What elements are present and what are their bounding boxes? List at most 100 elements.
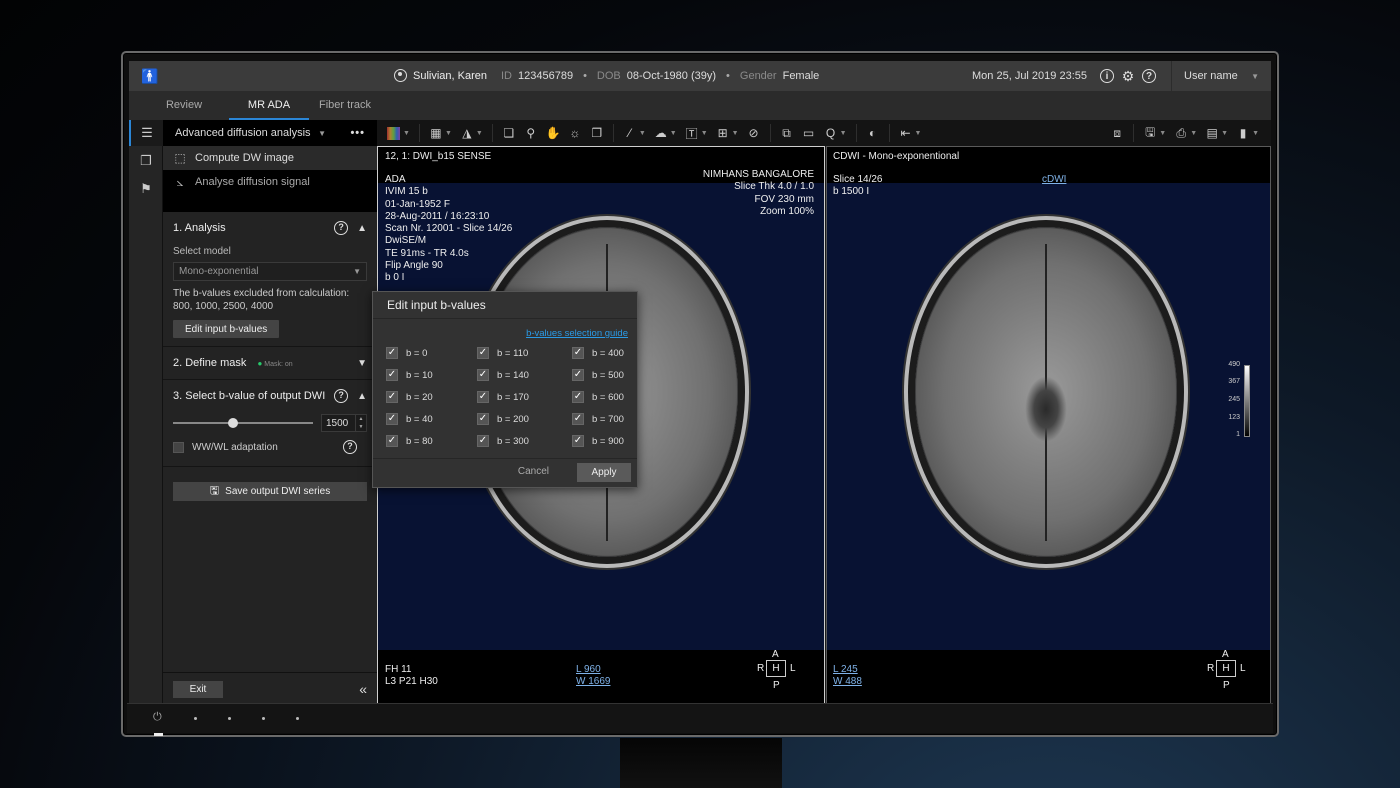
level-link[interactable]: L 245 [833, 664, 862, 676]
color-map-icon[interactable] [387, 126, 400, 140]
checkbox-checked-icon[interactable]: ✓ [477, 413, 489, 425]
chevron-down-icon[interactable]: ▼ [357, 358, 367, 369]
report-icon[interactable]: ▤ [1205, 126, 1219, 140]
checkbox-checked-icon[interactable]: ✓ [386, 413, 398, 425]
checkbox-checked-icon[interactable]: ✓ [386, 391, 398, 403]
bezel-button[interactable] [262, 717, 265, 720]
pan-hand-icon[interactable]: ✋ [546, 126, 561, 140]
b-value-option[interactable]: ✓ b = 900 [572, 435, 624, 447]
camera-icon[interactable]: ⎙ [1174, 126, 1188, 141]
chevron-down-icon[interactable]: ▼ [476, 130, 483, 137]
bezel-button[interactable] [228, 717, 231, 720]
chevron-down-icon[interactable]: ▼ [445, 130, 452, 137]
cancel-button[interactable]: Cancel [518, 466, 549, 477]
edit-b-values-button[interactable]: Edit input b-values [173, 320, 280, 338]
chevron-up-icon[interactable]: ▲ [357, 391, 367, 402]
help-icon[interactable]: ? [343, 440, 357, 454]
text-annotation-icon[interactable]: 🅃 [685, 125, 699, 142]
model-select[interactable]: Mono-exponential ▼ [173, 262, 367, 281]
b-value-option[interactable]: ✓ b = 200 [477, 413, 529, 425]
tab-review[interactable]: Review [151, 91, 217, 120]
chevron-down-icon[interactable]: ▼ [840, 130, 847, 137]
b-value-option[interactable]: ✓ b = 600 [572, 391, 624, 403]
ruler-marker-icon[interactable]: ⊞ [716, 126, 730, 140]
viewport-output[interactable]: CDWI - Mono-exponentional Slice 14/26 b 1… [826, 146, 1271, 705]
chevron-down-icon[interactable]: ▼ [1159, 130, 1166, 137]
series-stack-icon[interactable]: ❐ [129, 148, 163, 174]
measure-line-icon[interactable]: ⁄ [623, 126, 637, 140]
chevron-down-icon[interactable]: ▼ [1190, 130, 1197, 137]
chevron-up-icon[interactable]: ▲ [357, 223, 367, 234]
step-analyse-diffusion-signal[interactable]: ⦣ Analyse diffusion signal [163, 170, 377, 194]
overlay-copy-icon[interactable]: ❐ [590, 126, 604, 140]
checkbox-checked-icon[interactable]: ✓ [572, 413, 584, 425]
cdwi-link[interactable]: cDWI [1042, 174, 1066, 186]
increment-icon[interactable]: ▲ [359, 416, 364, 422]
b-value-option[interactable]: ✓ b = 170 [477, 391, 529, 403]
bookmark-icon[interactable]: ▮ [1236, 126, 1250, 140]
cascade-icon[interactable]: ⧈ [1110, 126, 1124, 141]
flag-pointer-icon[interactable]: ⚑ [129, 176, 163, 202]
b-value-option[interactable]: ✓ b = 110 [477, 347, 528, 359]
b-value-slider[interactable] [173, 417, 313, 429]
exit-button[interactable]: Exit [173, 680, 223, 698]
patient-browser-icon[interactable]: 🚹 [141, 68, 158, 85]
b-value-option[interactable]: ✓ b = 40 [386, 413, 433, 425]
checkbox-checked-icon[interactable]: ✓ [477, 391, 489, 403]
export-icon[interactable]: ⇤ [899, 126, 913, 140]
b-value-option[interactable]: ✓ b = 400 [572, 347, 624, 359]
b-values-guide-link[interactable]: b-values selection guide [526, 328, 628, 339]
compare-views-icon[interactable]: ⧉ [780, 126, 794, 141]
checkbox-checked-icon[interactable]: ✓ [572, 347, 584, 359]
window-link[interactable]: W 488 [833, 676, 862, 688]
b-value-option[interactable]: ✓ b = 0 [386, 347, 427, 359]
save-output-button[interactable]: 🖫 Save output DWI series [173, 482, 367, 501]
slider-thumb[interactable] [227, 418, 238, 428]
checkbox-checked-icon[interactable]: ✓ [386, 435, 398, 447]
checkbox-checked-icon[interactable]: ✓ [572, 435, 584, 447]
tab-mr-ada[interactable]: MR ADA [229, 91, 309, 120]
checkbox-checked-icon[interactable]: ✓ [572, 369, 584, 381]
task-list-icon[interactable]: ☰ [129, 120, 163, 146]
chevron-down-icon[interactable]: ▼ [701, 130, 708, 137]
layout-grid-icon[interactable]: ▦ [429, 126, 443, 140]
wwwl-checkbox[interactable] [173, 441, 184, 453]
b-value-option[interactable]: ✓ b = 80 [386, 435, 433, 447]
save-icon[interactable]: 🖫 [1143, 123, 1157, 144]
help-icon[interactable]: ? [334, 389, 349, 403]
b-value-option[interactable]: ✓ b = 10 [386, 369, 433, 381]
quantify-icon[interactable]: Q [824, 126, 838, 140]
b-value-option[interactable]: ✓ b = 700 [572, 413, 624, 425]
chevron-down-icon[interactable]: ▼ [1252, 130, 1259, 137]
level-link[interactable]: L 960 [576, 664, 610, 676]
checkbox-checked-icon[interactable]: ✓ [572, 391, 584, 403]
freehand-roi-icon[interactable]: ☁ [654, 126, 668, 140]
zoom-magnifier-icon[interactable]: ⚲ [524, 126, 538, 140]
window-link[interactable]: W 1669 [576, 676, 610, 688]
collapse-panel-icon[interactable]: « [359, 681, 367, 697]
tab-fiber-track[interactable]: Fiber track [311, 91, 379, 120]
stack-icon[interactable]: ❏ [502, 126, 516, 140]
checkbox-checked-icon[interactable]: ✓ [477, 435, 489, 447]
b-value-stepper[interactable]: 1500 ▲ ▼ [321, 414, 367, 432]
user-menu[interactable]: User name ▼ [1171, 61, 1271, 91]
apply-button[interactable]: Apply [577, 463, 631, 482]
checkbox-checked-icon[interactable]: ✓ [477, 369, 489, 381]
help-icon[interactable]: ? [334, 221, 349, 235]
hide-annotations-icon[interactable]: ⊘ [747, 126, 761, 140]
bezel-button[interactable] [296, 717, 299, 720]
chevron-down-icon[interactable]: ▼ [732, 130, 739, 137]
chevron-down-icon[interactable]: ▼ [639, 130, 646, 137]
chevron-down-icon[interactable]: ▼ [670, 130, 677, 137]
decrement-icon[interactable]: ▼ [359, 424, 364, 430]
bezel-button[interactable] [194, 717, 197, 720]
orientation-cube[interactable]: A R H L P [1207, 649, 1247, 693]
b-value-input[interactable]: 1500 [326, 418, 348, 429]
step-compute-dw-image[interactable]: ⬚ Compute DW image [163, 146, 377, 170]
orientation-cube[interactable]: A R H L P [757, 649, 797, 693]
b-value-option[interactable]: ✓ b = 20 [386, 391, 433, 403]
help-icon[interactable]: ? [1142, 69, 1156, 83]
checkbox-checked-icon[interactable]: ✓ [386, 369, 398, 381]
orientation-icon[interactable]: ◮ [460, 126, 474, 140]
checkbox-checked-icon[interactable]: ✓ [386, 347, 398, 359]
